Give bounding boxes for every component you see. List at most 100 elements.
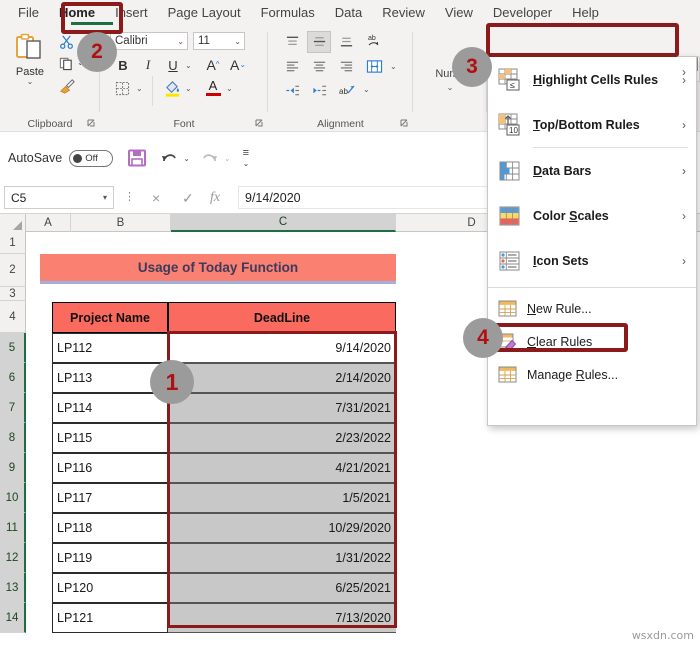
copy-button[interactable] xyxy=(56,54,76,72)
bold-button[interactable]: B xyxy=(114,56,132,74)
format-painter-button[interactable] xyxy=(56,76,78,96)
cell-b5[interactable]: LP112 xyxy=(52,333,168,363)
font-color-button[interactable]: A xyxy=(203,77,223,98)
text-rotation-caret[interactable]: ⌄ xyxy=(363,86,370,94)
undo-dropdown-caret[interactable]: ⌄ xyxy=(183,154,190,162)
paste-button[interactable]: Paste ⌄ xyxy=(8,31,52,95)
cell-c9[interactable]: 4/21/2021 xyxy=(168,453,396,483)
paste-dropdown-caret[interactable]: ⌄ xyxy=(8,78,52,86)
menu-item-manage-rules[interactable]: Manage Rules... xyxy=(488,360,696,389)
font-name-caret[interactable]: ⌄ xyxy=(177,33,184,50)
row-header-14[interactable]: 14 xyxy=(0,603,26,633)
cell-b10[interactable]: LP117 xyxy=(52,483,168,513)
cell-c11[interactable]: 10/29/2020 xyxy=(168,513,396,543)
cell-c5[interactable]: 9/14/2020 xyxy=(168,333,396,363)
font-size-caret[interactable]: ⌄ xyxy=(234,33,241,50)
cell-b8[interactable]: LP115 xyxy=(52,423,168,453)
underline-dropdown-caret[interactable]: ⌄ xyxy=(185,62,192,70)
font-dialog-launcher[interactable] xyxy=(255,119,265,129)
increase-indent-button[interactable] xyxy=(309,81,329,99)
cell-c10[interactable]: 1/5/2021 xyxy=(168,483,396,513)
align-left-button[interactable] xyxy=(282,57,302,75)
formula-bar-grip[interactable]: ⋮ xyxy=(124,191,135,204)
name-box-caret[interactable]: ▾ xyxy=(103,187,107,209)
clipboard-dialog-launcher[interactable] xyxy=(87,119,97,129)
increase-font-size-button[interactable]: A ^ xyxy=(203,55,223,74)
cell-b12[interactable]: LP119 xyxy=(52,543,168,573)
row-header-10[interactable]: 10 xyxy=(0,483,26,513)
cell-b14[interactable]: LP121 xyxy=(52,603,168,633)
row-header-6[interactable]: 6 xyxy=(0,363,26,393)
autosave-toggle[interactable]: Off xyxy=(69,149,114,167)
menu-item-highlight-cells-rules[interactable]: ≤ Highlight Cells Rules › xyxy=(488,57,696,102)
column-header-c[interactable]: C xyxy=(171,214,396,232)
fill-color-button[interactable] xyxy=(162,78,182,98)
underline-button[interactable]: U xyxy=(164,56,182,74)
undo-icon[interactable] xyxy=(159,149,179,167)
fill-color-caret[interactable]: ⌄ xyxy=(185,85,192,93)
tab-page-layout[interactable]: Page Layout xyxy=(158,0,251,26)
tab-formulas[interactable]: Formulas xyxy=(251,0,325,26)
cell-c8[interactable]: 2/23/2022 xyxy=(168,423,396,453)
cancel-icon[interactable]: × xyxy=(152,190,160,206)
menu-item-color-scales[interactable]: Color Scales › xyxy=(488,193,696,238)
borders-button[interactable] xyxy=(112,79,132,97)
borders-dropdown-caret[interactable]: ⌄ xyxy=(136,85,143,93)
font-color-caret[interactable]: ⌄ xyxy=(226,85,233,93)
tab-file[interactable]: File xyxy=(8,0,49,26)
cell-c7[interactable]: 7/31/2021 xyxy=(168,393,396,423)
column-header-b[interactable]: B xyxy=(71,214,171,232)
align-top-button[interactable] xyxy=(282,33,302,51)
decrease-indent-button[interactable] xyxy=(282,81,302,99)
more-commands-icon[interactable]: ≡ ⌄ xyxy=(243,147,250,169)
merge-dropdown-caret[interactable]: ⌄ xyxy=(390,63,397,71)
align-bottom-button[interactable] xyxy=(336,33,356,51)
merge-and-center-button[interactable] xyxy=(363,56,385,76)
cell-c6[interactable]: 2/14/2020 xyxy=(168,363,396,393)
redo-dropdown-caret[interactable]: ⌄ xyxy=(224,154,231,162)
alignment-dialog-launcher[interactable] xyxy=(400,119,410,129)
cell-c13[interactable]: 6/25/2021 xyxy=(168,573,396,603)
text-rotation-button[interactable]: ab xyxy=(336,80,358,100)
row-header-11[interactable]: 11 xyxy=(0,513,26,543)
menu-item-top-bottom-rules[interactable]: 10 Top/Bottom Rules › xyxy=(488,102,696,147)
insert-function-icon[interactable]: fx xyxy=(210,190,220,206)
font-name-input[interactable]: Calibri ⌄ xyxy=(110,32,188,50)
tab-data[interactable]: Data xyxy=(325,0,372,26)
font-size-input[interactable]: 11 ⌄ xyxy=(193,32,245,50)
tab-view[interactable]: View xyxy=(435,0,483,26)
row-header-4[interactable]: 4 xyxy=(0,301,26,333)
row-header-12[interactable]: 12 xyxy=(0,543,26,573)
row-header-7[interactable]: 7 xyxy=(0,393,26,423)
menu-item-data-bars[interactable]: Data Bars › xyxy=(488,148,696,193)
orientation-button[interactable]: ab xyxy=(363,31,387,53)
row-header-8[interactable]: 8 xyxy=(0,423,26,453)
menu-item-icon-sets[interactable]: Icon Sets › xyxy=(488,238,696,283)
redo-icon[interactable] xyxy=(200,149,220,167)
align-center-button[interactable] xyxy=(309,57,329,75)
cell-b7[interactable]: LP114 xyxy=(52,393,168,423)
name-box[interactable]: C5 ▾ xyxy=(4,186,114,209)
italic-button[interactable]: I xyxy=(139,56,157,74)
cell-b11[interactable]: LP118 xyxy=(52,513,168,543)
row-header-1[interactable]: 1 xyxy=(0,232,26,254)
save-icon[interactable] xyxy=(127,148,147,168)
align-right-button[interactable] xyxy=(336,57,356,75)
cell-b9[interactable]: LP116 xyxy=(52,453,168,483)
row-header-13[interactable]: 13 xyxy=(0,573,26,603)
column-header-a[interactable]: A xyxy=(26,214,71,232)
row-header-3[interactable]: 3 xyxy=(0,287,26,301)
cut-button[interactable] xyxy=(56,32,76,50)
cell-c14[interactable]: 7/13/2020 xyxy=(168,603,396,633)
tab-review[interactable]: Review xyxy=(372,0,435,26)
decrease-font-size-button[interactable]: A ⌄ xyxy=(228,55,248,74)
menu-item-new-rule[interactable]: New Rule... xyxy=(488,294,696,323)
cell-b13[interactable]: LP120 xyxy=(52,573,168,603)
conditional-formatting-menu[interactable]: ≤ Highlight Cells Rules › 10 Top/Bottom … xyxy=(487,56,697,426)
select-all-corner[interactable] xyxy=(0,214,26,232)
enter-icon[interactable]: ✓ xyxy=(182,190,194,207)
row-header-5[interactable]: 5 xyxy=(0,333,26,363)
row-header-9[interactable]: 9 xyxy=(0,453,26,483)
cell-c12[interactable]: 1/31/2022 xyxy=(168,543,396,573)
align-middle-button[interactable] xyxy=(307,31,331,53)
